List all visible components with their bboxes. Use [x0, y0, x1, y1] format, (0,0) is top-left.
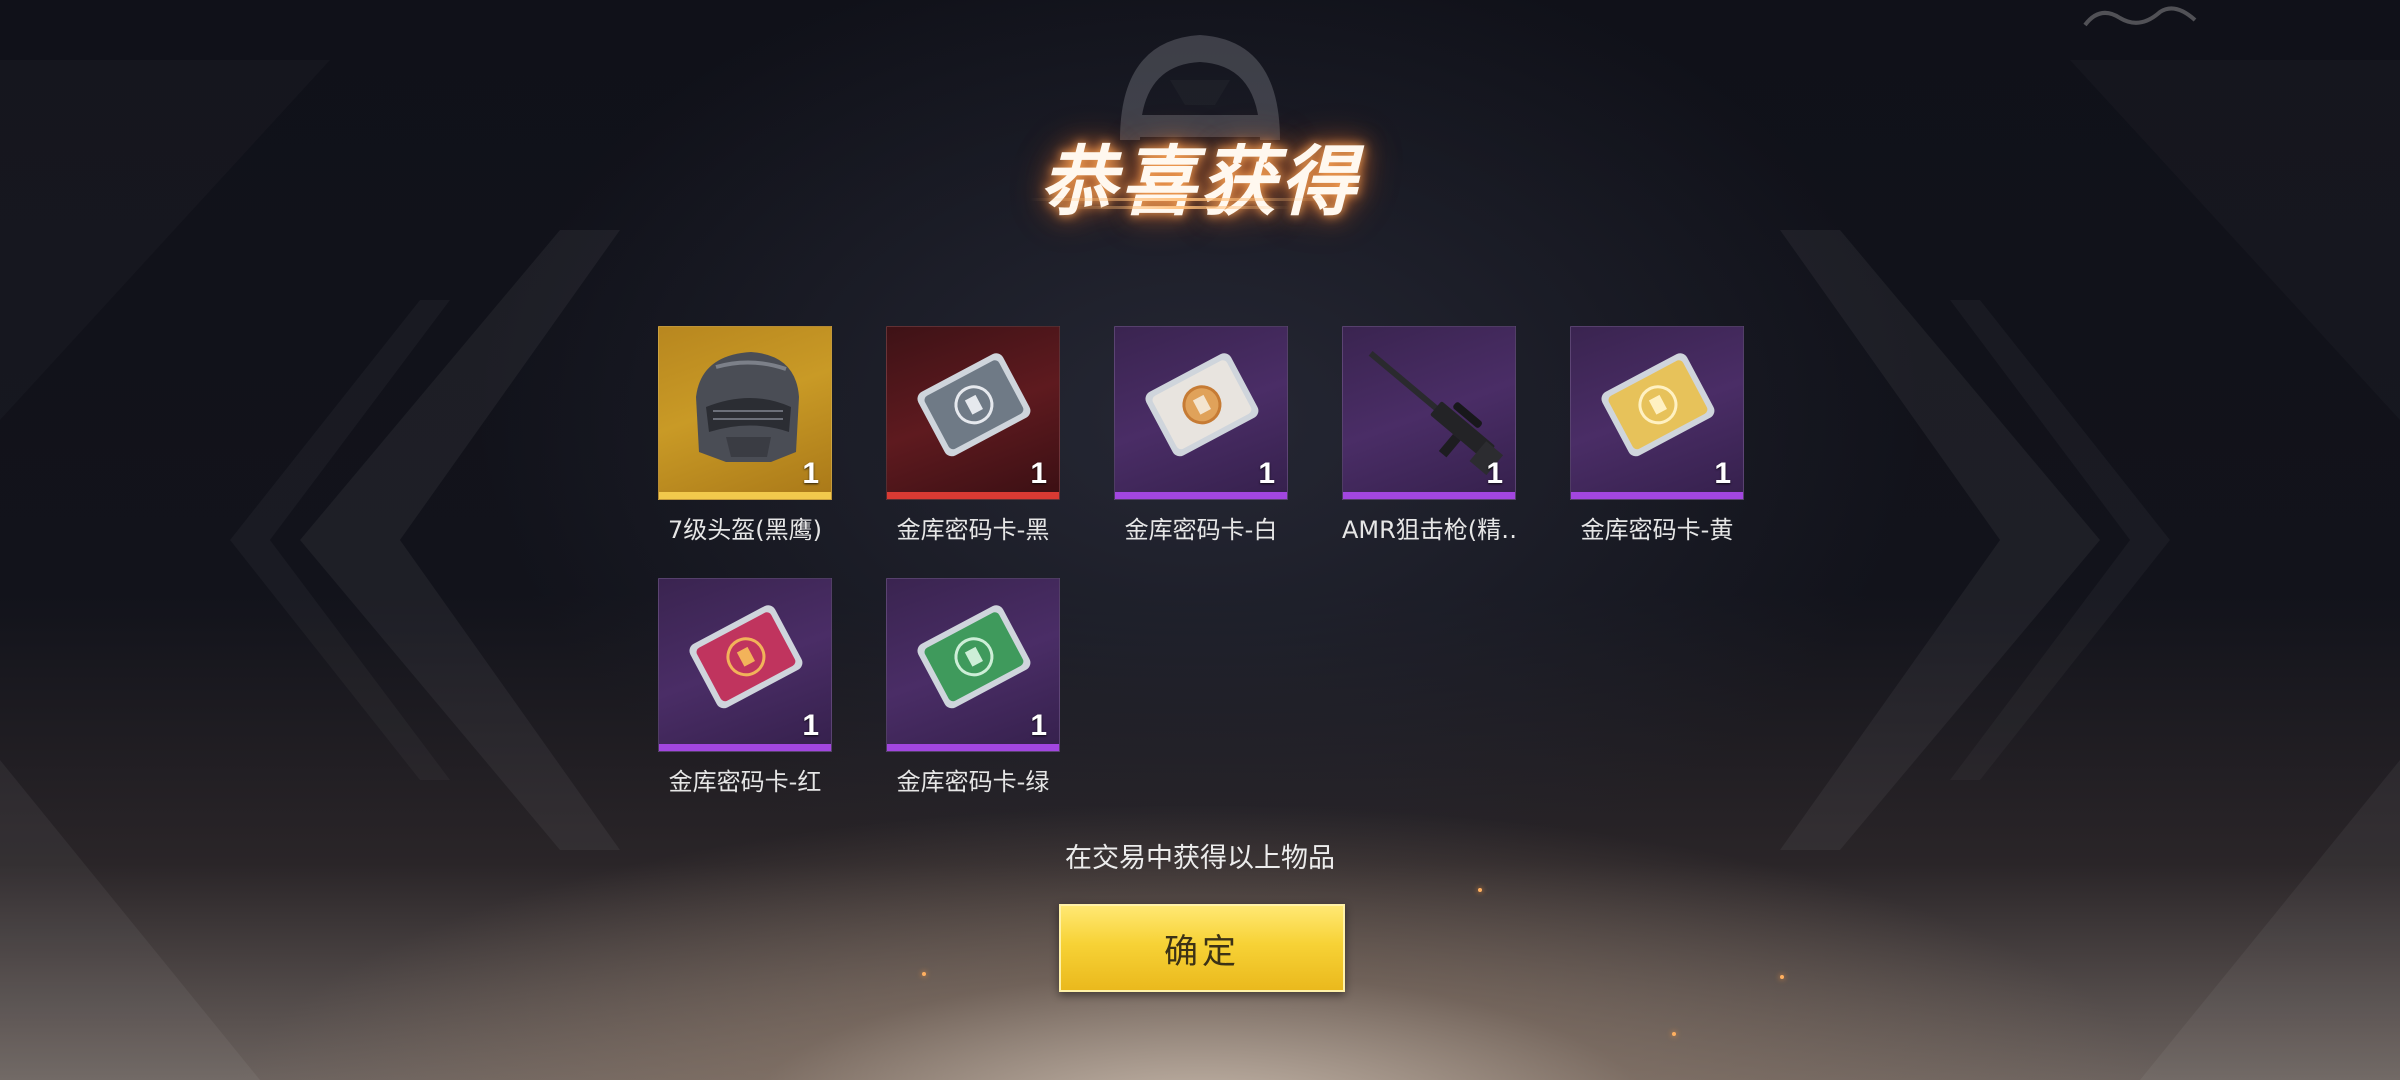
item-count: 1: [1714, 457, 1731, 490]
spark-particle: [1780, 975, 1784, 979]
item-tile[interactable]: 1: [1114, 326, 1288, 500]
spark-particle: [1478, 888, 1482, 892]
item-name: 金库密码卡-绿: [896, 768, 1050, 796]
item-tile[interactable]: 1: [886, 326, 1060, 500]
vault-card-icon: [917, 353, 1031, 457]
helmet-icon: [696, 352, 799, 462]
reward-title: 恭喜获得: [1040, 137, 1360, 226]
reward-item[interactable]: 1 金库密码卡-白: [1114, 326, 1288, 545]
vault-card-icon: [1145, 353, 1259, 457]
sniper-rifle-icon: [1368, 350, 1504, 476]
rarity-stripe: [1571, 492, 1743, 499]
spark-particle: [922, 972, 926, 976]
vault-card-icon: [689, 605, 803, 709]
reward-item[interactable]: 1 金库密码卡-绿: [886, 578, 1060, 797]
item-count: 1: [802, 709, 819, 742]
reward-item[interactable]: 1 金库密码卡-黑: [886, 326, 1060, 545]
reward-item[interactable]: 1 7级头盔(黑鹰): [658, 326, 832, 545]
item-name: AMR狙击枪(精…: [1342, 516, 1516, 544]
item-tile[interactable]: 1: [658, 326, 832, 500]
rarity-stripe: [659, 492, 831, 499]
rarity-stripe: [1343, 492, 1515, 499]
item-tile[interactable]: 1: [658, 578, 832, 752]
item-name: 金库密码卡-黄: [1580, 516, 1734, 544]
reward-item[interactable]: 1 金库密码卡-红: [658, 578, 832, 797]
item-count: 1: [802, 457, 819, 490]
title-glow-line: [1070, 206, 1290, 209]
reward-screen: 恭喜获得 1 7级头盔(黑鹰) 1 金库密码卡-黑 1 金库密码卡-白 1 AM…: [0, 0, 2400, 1080]
brand-logo-icon: [2083, 6, 2197, 27]
acquisition-note: 在交易中获得以上物品: [1065, 843, 1335, 874]
spark-particle: [1672, 1032, 1676, 1036]
rarity-stripe: [887, 492, 1059, 499]
item-tile[interactable]: 1: [886, 578, 1060, 752]
confirm-button[interactable]: 确定: [1059, 904, 1345, 992]
vault-card-icon: [917, 605, 1031, 709]
rarity-stripe: [887, 744, 1059, 751]
item-name: 7级头盔(黑鹰): [668, 516, 822, 544]
item-count: 1: [1030, 457, 1047, 490]
item-name: 金库密码卡-白: [1124, 516, 1278, 544]
rarity-stripe: [659, 744, 831, 751]
item-name: 金库密码卡-黑: [896, 516, 1050, 544]
item-tile[interactable]: 1: [1342, 326, 1516, 500]
reward-item[interactable]: 1 金库密码卡-黄: [1570, 326, 1744, 545]
item-count: 1: [1258, 457, 1275, 490]
item-name: 金库密码卡-红: [668, 768, 822, 796]
item-tile[interactable]: 1: [1570, 326, 1744, 500]
reward-item[interactable]: 1 AMR狙击枪(精…: [1342, 326, 1516, 545]
item-count: 1: [1030, 709, 1047, 742]
rarity-stripe: [1115, 492, 1287, 499]
vault-card-icon: [1601, 353, 1715, 457]
item-count: 1: [1486, 457, 1503, 490]
title-glow-line: [1030, 198, 1330, 201]
